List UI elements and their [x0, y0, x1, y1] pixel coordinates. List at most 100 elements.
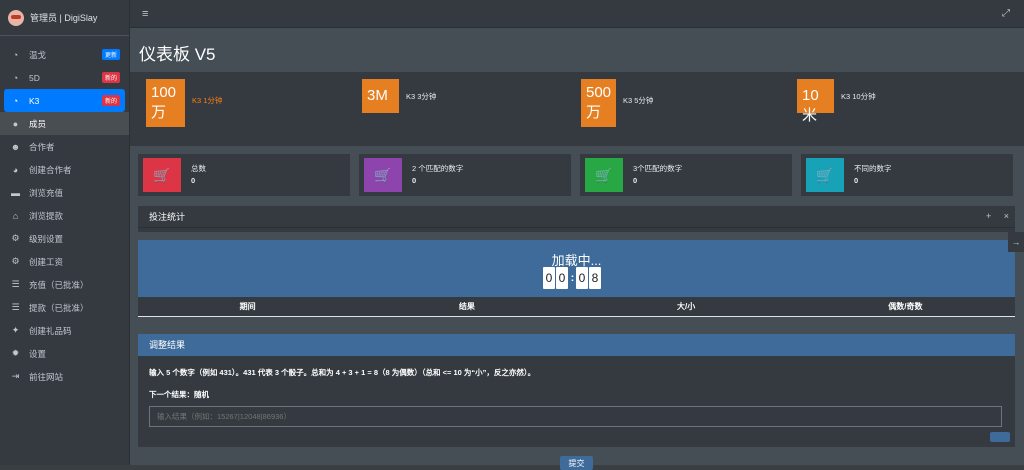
game-card-number: 500 万: [581, 79, 616, 127]
timer-digit: 0: [556, 267, 568, 289]
cart-icon: 🛒: [143, 158, 181, 192]
stat-label: 2 个匹配的数字: [412, 164, 464, 173]
sidebar-item[interactable]: ✦ 创建礼品码: [0, 319, 129, 342]
sidebar: 管理员 | DigiSlay ◔ 温戈 更新 ◔ 5D 新的 ◔ K3 新的 ● 成员 ☻ 合作者 ◕ 创建…: [0, 0, 130, 465]
sidebar-item-label: 温戈: [29, 49, 47, 60]
status-badge: 新的: [101, 72, 120, 83]
stat-label: 不同的数字: [854, 164, 892, 173]
game-card-label: K3 10分钟: [841, 92, 876, 101]
stat-label: 3个匹配的数字: [633, 164, 683, 173]
close-icon[interactable]: ×: [1004, 211, 1009, 221]
next-result: 下一个结果：随机: [149, 390, 209, 399]
stat-box: 🛒 不同的数字 0: [801, 154, 1013, 196]
stat-box: 🛒 3个匹配的数字 0: [580, 154, 792, 196]
bank-icon: ⌂: [12, 210, 19, 221]
topbar: ≡ ⤢: [130, 0, 1024, 28]
sidebar-item[interactable]: ◔ K3 新的: [4, 89, 125, 112]
pie-chart-icon: ◕: [12, 164, 19, 175]
adjust-result-panel: 调整结果 输入 5 个数字（例如 431）。431 代表 3 个骰子。总和为 4…: [138, 334, 1015, 447]
game-card-number: 100 万: [146, 79, 185, 127]
cogs-icon: ⚙: [11, 256, 20, 266]
stat-meta: 总数 0: [191, 163, 206, 187]
game-card-k3-5min[interactable]: 500 万 K3 5分钟: [581, 79, 653, 135]
timer-digit: 8: [589, 267, 601, 289]
credit-card-icon: ▬: [11, 187, 20, 198]
adjust-result-title: 调整结果: [138, 334, 1015, 356]
list-icon: ☰: [11, 302, 20, 312]
collapse-icon[interactable]: +: [986, 211, 991, 221]
sidebar-item-label: 成员: [29, 118, 47, 129]
column-result: 结果: [458, 302, 475, 311]
gear-icon: ✹: [11, 348, 20, 358]
stat-meta: 2 个匹配的数字 0: [412, 163, 463, 187]
sidebar-item-label: 级别设置: [29, 233, 64, 244]
sidebar-item-label: K3: [29, 95, 40, 106]
stat-meta: 3个匹配的数字 0: [633, 163, 682, 187]
column-parity: 偶数/奇数: [888, 302, 923, 311]
sidebar-item[interactable]: ☰ 充值（已批准）: [0, 273, 129, 296]
status-badge: 更新: [101, 49, 120, 60]
stat-meta: 不同的数字 0: [854, 163, 892, 187]
game-card-k3-10min[interactable]: 10米 K3 10分钟: [797, 79, 876, 135]
sidebar-item[interactable]: ☰ 提款（已批准）: [0, 296, 129, 319]
brand[interactable]: 管理员 | DigiSlay: [0, 0, 129, 36]
panel-tools: + ×: [976, 211, 1009, 221]
dashboard-icon: ◔: [12, 95, 19, 106]
sidebar-item-label: 提款（已批准）: [29, 302, 89, 313]
game-card-number: 10米: [797, 79, 834, 124]
adjust-result-body: 输入 5 个数字（例如 431）。431 代表 3 个骰子。总和为 4 + 3 …: [138, 356, 1015, 438]
sidebar-item[interactable]: ◕ 创建合作者: [0, 158, 129, 181]
sign-out-icon: ⇥: [11, 371, 20, 381]
sidebar-item[interactable]: ⚙ 创建工资: [0, 250, 129, 273]
sidebar-item[interactable]: ⚙ 级别设置: [0, 227, 129, 250]
sidebar-item-label: 创建工资: [29, 256, 64, 267]
sidebar-item-label: 5D: [29, 72, 40, 83]
stat-value: 0: [412, 176, 417, 185]
game-row: 100 万 K3 1分钟 3M K3 3分钟 500 万 K3 5分钟 10米 …: [130, 72, 1024, 146]
sidebar-item[interactable]: ▬ 浏览充值: [0, 181, 129, 204]
countdown-timer: 0 0 : 0 8: [543, 267, 602, 289]
sidebar-item-label: 浏览充值: [29, 187, 64, 198]
sidebar-item[interactable]: ◔ 5D 新的: [0, 66, 129, 89]
cart-icon: 🛒: [585, 158, 623, 192]
page-title: 仪表板 V5: [139, 45, 216, 64]
cart-icon: 🛒: [364, 158, 402, 192]
fullscreen-icon[interactable]: ⤢: [1002, 8, 1010, 19]
sidebar-item-label: 合作者: [29, 141, 55, 152]
sidebar-item-label: 前往网站: [29, 371, 64, 382]
cart-icon: 🛒: [806, 158, 844, 192]
timer-colon: :: [570, 272, 575, 284]
column-period: 期间: [239, 302, 256, 311]
sidebar-item[interactable]: ✹ 设置: [0, 342, 129, 365]
sidebar-item[interactable]: ⌂ 浏览提款: [0, 204, 129, 227]
bet-stats-header: 投注统计: [138, 206, 1015, 228]
submit-button[interactable]: 提交: [560, 456, 593, 470]
stat-value: 0: [633, 176, 638, 185]
menu-icon[interactable]: ≡: [142, 8, 148, 20]
sidebar-item[interactable]: ⇥ 前往网站: [0, 365, 129, 388]
cogs-icon: ⚙: [11, 233, 20, 243]
sidebar-item-label: 设置: [29, 348, 47, 359]
users-icon: ☻: [10, 141, 21, 152]
game-card-label: K3 1分钟: [192, 96, 223, 105]
column-size: 大/小: [677, 302, 696, 311]
sidebar-item[interactable]: ● 成员: [0, 112, 129, 135]
stat-box: 🛒 2 个匹配的数字 0: [359, 154, 571, 196]
game-card-k3-1min[interactable]: 100 万 K3 1分钟: [146, 79, 222, 135]
loading-banner: 加载中... 0 0 : 0 8: [138, 240, 1015, 297]
sidebar-item[interactable]: ◔ 温戈 更新: [0, 43, 129, 66]
stat-label: 总数: [191, 164, 206, 173]
stat-value: 0: [191, 176, 196, 185]
sidebar-item-label: 创建礼品码: [29, 325, 72, 336]
game-card-k3-3min[interactable]: 3M K3 3分钟: [362, 79, 436, 135]
game-card-label: K3 3分钟: [406, 92, 437, 101]
game-card-number: 3M: [362, 79, 399, 113]
bet-stats-panel: 投注统计 + ×: [138, 206, 1015, 232]
result-input[interactable]: [149, 406, 1002, 427]
arrow-right-icon[interactable]: →: [1008, 232, 1024, 252]
sidebar-item[interactable]: ☻ 合作者: [0, 135, 129, 158]
scroll-top-button[interactable]: [990, 432, 1010, 442]
list-icon: ☰: [11, 279, 20, 289]
game-card-label: K3 5分钟: [623, 96, 654, 105]
bet-stats-title: 投注统计: [149, 212, 186, 222]
